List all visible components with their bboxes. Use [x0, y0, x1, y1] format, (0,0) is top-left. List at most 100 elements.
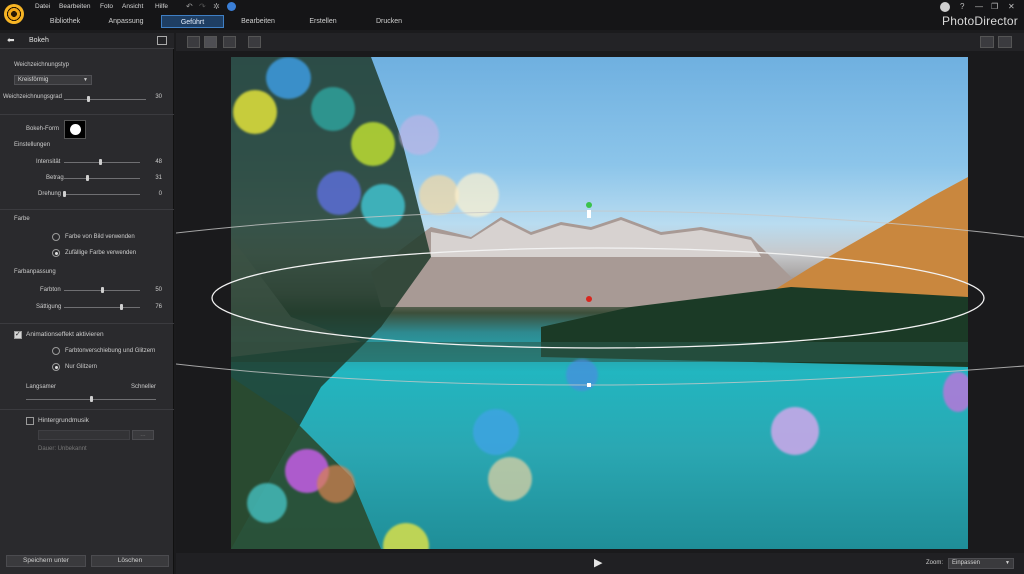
saturation-thumb[interactable]	[120, 304, 124, 310]
hue-label: Farbton	[40, 287, 61, 293]
amount-thumb[interactable]	[86, 175, 90, 181]
main-tab-bar: Bibliothek Anpassung Geführt Bearbeiten …	[0, 13, 1024, 30]
minimize-button[interactable]: —	[975, 2, 983, 11]
help-button[interactable]: ?	[960, 2, 964, 11]
hand-icon[interactable]	[998, 36, 1012, 48]
menu-edit[interactable]: Bearbeiten	[59, 3, 90, 10]
menu-photo[interactable]: Foto	[100, 3, 113, 10]
settings-icon[interactable]: ✲	[213, 2, 220, 11]
play-icon[interactable]: ▶	[594, 556, 602, 569]
bg-music-label: Hintergrundmusik	[38, 417, 89, 424]
amount-value: 31	[155, 175, 162, 181]
restore-button[interactable]: ❐	[991, 2, 998, 11]
blur-type-select[interactable]: Kreisförmig ▼	[14, 75, 92, 85]
animation-checkbox[interactable]	[14, 330, 22, 339]
blur-degree-track[interactable]	[64, 99, 146, 100]
amount-track[interactable]	[64, 178, 140, 179]
panel-title: Bokeh	[29, 37, 49, 44]
faster-label: Schneller	[131, 384, 157, 390]
intensity-value: 48	[155, 159, 162, 165]
color-from-image-label: Farbe von Bild verwenden	[65, 234, 135, 240]
delete-button[interactable]: Löschen	[91, 555, 169, 567]
blur-degree-label: Weichzeichnungsgrad	[3, 94, 62, 100]
compare-icon[interactable]	[248, 36, 261, 48]
chevron-down-icon: ▼	[1005, 560, 1010, 566]
blur-type-label: Weichzeichnungstyp	[14, 62, 69, 68]
bottom-bar: ▶ Zoom: Einpassen ▼	[176, 553, 1024, 574]
single-view-icon[interactable]	[187, 36, 200, 48]
music-file-field[interactable]	[38, 430, 130, 440]
blur-degree-thumb[interactable]	[87, 96, 91, 102]
intensity-track[interactable]	[64, 162, 140, 163]
slower-label: Langsamer	[26, 384, 57, 390]
duration-label: Dauer: Unbekannt	[38, 446, 87, 452]
animation-label: Animationseffekt aktivieren	[26, 331, 104, 338]
color-random-radio[interactable]	[52, 249, 60, 257]
hue-thumb[interactable]	[100, 287, 104, 293]
rotation-thumb[interactable]	[62, 191, 66, 197]
update-icon[interactable]	[227, 2, 236, 11]
bokeh-shape-label: Bokeh-Form	[26, 126, 60, 132]
saturation-label: Sättigung	[36, 304, 62, 310]
focus-overlay[interactable]	[176, 51, 1024, 553]
zoom-select[interactable]: Einpassen ▼	[948, 558, 1014, 569]
anim-option1-radio[interactable]	[52, 347, 60, 355]
panel-header: ⬅ Bokeh	[0, 33, 174, 49]
anim-option2-radio[interactable]	[52, 363, 60, 371]
divider	[0, 323, 174, 324]
divider	[0, 409, 174, 410]
anim-option1-label: Farbtonverschiebung und Glitzern	[65, 348, 156, 354]
app-logo	[4, 4, 24, 24]
color-adjust-label: Farbanpassung	[14, 269, 56, 275]
bokeh-shape-picker[interactable]	[64, 120, 86, 139]
settings-label: Einstellungen	[14, 142, 51, 148]
save-as-button[interactable]: Speichern unter	[6, 555, 86, 567]
zoom-value: Einpassen	[952, 560, 981, 566]
export-icon[interactable]	[157, 36, 167, 45]
divider	[0, 114, 174, 115]
color-label: Farbe	[14, 216, 30, 222]
speed-thumb[interactable]	[89, 396, 93, 402]
menu-view[interactable]: Ansicht	[122, 3, 143, 10]
rotation-label: Drehung	[38, 191, 62, 197]
photo-canvas[interactable]	[176, 51, 1024, 553]
zoom-icon[interactable]	[980, 36, 994, 48]
rotation-value: 0	[158, 191, 162, 197]
circle-shape-icon	[70, 124, 81, 135]
blur-type-value: Kreisförmig	[18, 77, 49, 83]
blur-degree-value: 30	[155, 94, 162, 100]
brand-title: PhotoDirector	[942, 14, 1018, 28]
grid-view-icon[interactable]	[223, 36, 236, 48]
menu-file[interactable]: Datei	[35, 3, 50, 10]
tab-edit[interactable]: Bearbeiten	[233, 15, 283, 28]
image-view-icon[interactable]	[204, 36, 217, 48]
color-from-image-radio[interactable]	[52, 233, 60, 241]
hue-value: 50	[155, 287, 162, 293]
close-button[interactable]: ✕	[1008, 2, 1015, 11]
redo-icon[interactable]: ↷	[199, 2, 206, 11]
tab-print[interactable]: Drucken	[364, 15, 414, 28]
browse-button[interactable]: ...	[132, 430, 154, 440]
chevron-down-icon: ▼	[83, 77, 88, 83]
bokeh-panel: ⬅ Bokeh Weichzeichnungstyp Kreisförmig ▼…	[0, 33, 174, 574]
intensity-label: Intensität	[36, 159, 61, 165]
bg-music-checkbox[interactable]	[26, 417, 34, 425]
tab-library[interactable]: Bibliothek	[40, 15, 90, 28]
tab-guided[interactable]: Geführt	[161, 15, 224, 28]
zoom-label: Zoom:	[926, 560, 944, 566]
saturation-value: 76	[155, 304, 162, 310]
canvas-toolbar	[176, 33, 1024, 51]
tab-create[interactable]: Erstellen	[298, 15, 348, 28]
divider	[0, 209, 174, 210]
account-icon[interactable]	[940, 2, 950, 12]
menu-help[interactable]: Hilfe	[155, 3, 168, 10]
intensity-thumb[interactable]	[98, 159, 102, 165]
undo-icon[interactable]: ↶	[186, 2, 193, 11]
tab-adjustment[interactable]: Anpassung	[100, 15, 152, 28]
saturation-track[interactable]	[64, 307, 140, 308]
rotation-track[interactable]	[64, 194, 140, 195]
anim-option2-label: Nur Glitzern	[65, 364, 98, 370]
back-arrow-icon[interactable]: ⬅	[7, 35, 15, 46]
color-random-label: Zufällige Farbe verwenden	[65, 250, 137, 256]
amount-label: Betrag	[46, 175, 64, 181]
